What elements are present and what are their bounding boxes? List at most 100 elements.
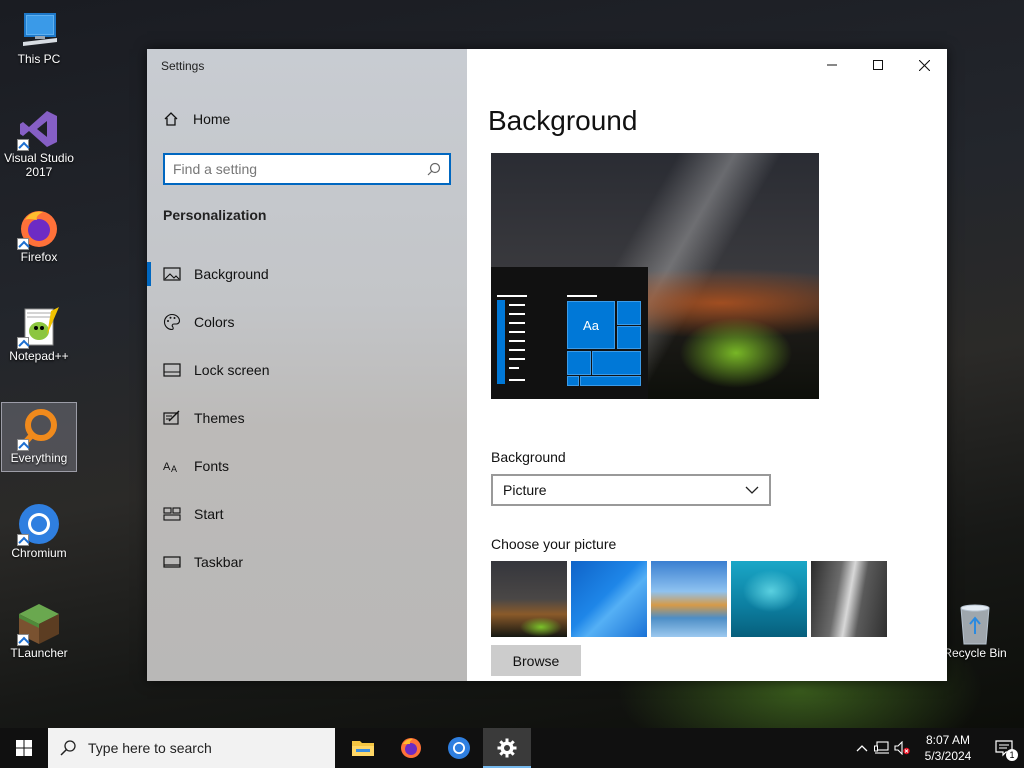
minimize-icon <box>827 64 837 66</box>
preview-tile <box>567 351 591 375</box>
nav-item-colors[interactable]: Colors <box>147 298 467 346</box>
firefox-icon <box>17 206 61 250</box>
chromium-icon <box>448 737 470 759</box>
shortcut-arrow-icon <box>17 139 29 151</box>
action-center-button[interactable]: 1 <box>984 728 1024 768</box>
picture-thumbnail-underwater[interactable] <box>731 561 807 637</box>
shortcut-arrow-icon <box>17 238 29 250</box>
themes-icon <box>163 409 181 427</box>
background-type-dropdown[interactable]: Picture <box>491 474 771 506</box>
file-explorer-icon <box>352 741 374 756</box>
nav-item-label: Taskbar <box>194 554 244 570</box>
picture-thumbnail-waterfall[interactable] <box>811 561 887 637</box>
taskbar-chromium[interactable] <box>435 728 483 768</box>
nav-item-taskbar[interactable]: Taskbar <box>147 538 467 586</box>
nav-item-start[interactable]: Start <box>147 490 467 538</box>
picture-thumbnail-windows-blue[interactable] <box>571 561 647 637</box>
maximize-icon <box>873 60 883 70</box>
chevron-down-icon <box>745 486 759 494</box>
picture-thumbnail-beach-rocks[interactable] <box>651 561 727 637</box>
choose-picture-label: Choose your picture <box>491 536 617 552</box>
desktop-icon-this-pc[interactable]: This PC <box>1 4 77 74</box>
settings-window: Settings Home Personalization Background <box>147 49 947 681</box>
start-button[interactable] <box>0 728 48 768</box>
taskbar-file-explorer[interactable] <box>339 728 387 768</box>
preview-tile <box>580 376 641 386</box>
window-controls <box>809 49 947 81</box>
desktop-icon-label: Firefox <box>20 250 58 264</box>
dropdown-value: Picture <box>503 482 547 498</box>
nav-home-link[interactable]: Home <box>163 111 230 127</box>
preview-tile <box>617 326 641 349</box>
preview-start-menu: Aa <box>491 267 648 399</box>
taskbar-settings[interactable] <box>483 728 531 768</box>
notification-count-badge: 1 <box>1006 749 1018 761</box>
nav-item-lock-screen[interactable]: Lock screen <box>147 346 467 394</box>
start-icon <box>163 505 181 523</box>
desktop-icon-visual-studio[interactable]: Visual Studio 2017 <box>1 103 77 189</box>
fonts-icon: AA <box>163 457 181 475</box>
desktop-icon-label: Visual Studio 2017 <box>4 151 74 179</box>
preview-tile <box>567 376 579 386</box>
taskbar-firefox[interactable] <box>387 728 435 768</box>
palette-icon <box>163 313 181 331</box>
clock-date: 5/3/2024 <box>924 749 972 763</box>
settings-nav-pane: Settings Home Personalization Background <box>147 49 467 681</box>
clock-time: 8:07 AM <box>925 733 971 747</box>
nav-item-label: Themes <box>194 410 245 426</box>
desktop-icon-firefox[interactable]: Firefox <box>1 202 77 272</box>
notepad-plus-plus-icon <box>17 305 61 349</box>
shortcut-arrow-icon <box>17 634 29 646</box>
taskbar-icon <box>163 553 181 571</box>
firefox-icon <box>401 738 421 758</box>
maximize-button[interactable] <box>855 49 901 81</box>
desktop-icon-notepad-plus-plus[interactable]: Notepad++ <box>1 301 77 371</box>
desktop-icon-everything[interactable]: Everything <box>1 402 77 472</box>
preview-tile <box>617 301 641 325</box>
chevron-up-icon <box>856 745 868 752</box>
nav-item-label: Background <box>194 266 269 282</box>
taskbar-search-box[interactable]: Type here to search <box>48 728 335 768</box>
settings-search-box[interactable] <box>163 153 451 185</box>
nav-item-fonts[interactable]: AA Fonts <box>147 442 467 490</box>
search-icon <box>60 740 76 756</box>
browse-button[interactable]: Browse <box>491 645 581 676</box>
desktop-icon-label: TLauncher <box>10 646 68 660</box>
settings-search-input[interactable] <box>173 161 427 177</box>
desktop-icon-recycle-bin[interactable]: Recycle Bin <box>937 598 1013 668</box>
windows-logo-icon <box>16 740 32 756</box>
volume-muted-icon <box>894 741 910 755</box>
chromium-icon <box>17 502 61 546</box>
settings-icon <box>497 738 517 758</box>
lock-screen-icon <box>163 361 181 379</box>
taskbar-search-placeholder: Type here to search <box>88 740 212 756</box>
page-title: Background <box>488 105 638 136</box>
picture-icon <box>163 265 181 283</box>
taskbar-clock[interactable]: 8:07 AM 5/3/2024 <box>912 732 984 764</box>
settings-content-pane: Background Aa Background Picture Choose … <box>467 49 947 681</box>
nav-list: Background Colors Lock screen Themes A A… <box>147 250 467 586</box>
close-button[interactable] <box>901 49 947 81</box>
picture-thumbnails <box>491 561 887 637</box>
volume-button[interactable] <box>892 728 912 768</box>
desktop-icon-label: Chromium <box>11 546 67 560</box>
svg-text:A: A <box>171 464 177 474</box>
this-pc-icon <box>17 8 61 52</box>
desktop-icon-label: Notepad++ <box>9 349 69 363</box>
nav-item-label: Colors <box>194 314 235 330</box>
search-icon <box>427 162 441 176</box>
desktop-icon-tlauncher[interactable]: TLauncher <box>1 598 77 668</box>
shortcut-arrow-icon <box>17 534 29 546</box>
svg-text:A: A <box>163 461 171 473</box>
desktop-icon-chromium[interactable]: Chromium <box>1 498 77 568</box>
picture-thumbnail-night-tent[interactable] <box>491 561 567 637</box>
nav-item-label: Fonts <box>194 458 230 474</box>
background-type-label: Background <box>491 449 566 465</box>
nav-item-themes[interactable]: Themes <box>147 394 467 442</box>
system-tray: 8:07 AM 5/3/2024 1 <box>852 728 1024 768</box>
show-hidden-icons-button[interactable] <box>852 728 872 768</box>
nav-item-background[interactable]: Background <box>147 250 467 298</box>
home-icon <box>163 111 179 127</box>
network-button[interactable] <box>872 728 892 768</box>
minimize-button[interactable] <box>809 49 855 81</box>
